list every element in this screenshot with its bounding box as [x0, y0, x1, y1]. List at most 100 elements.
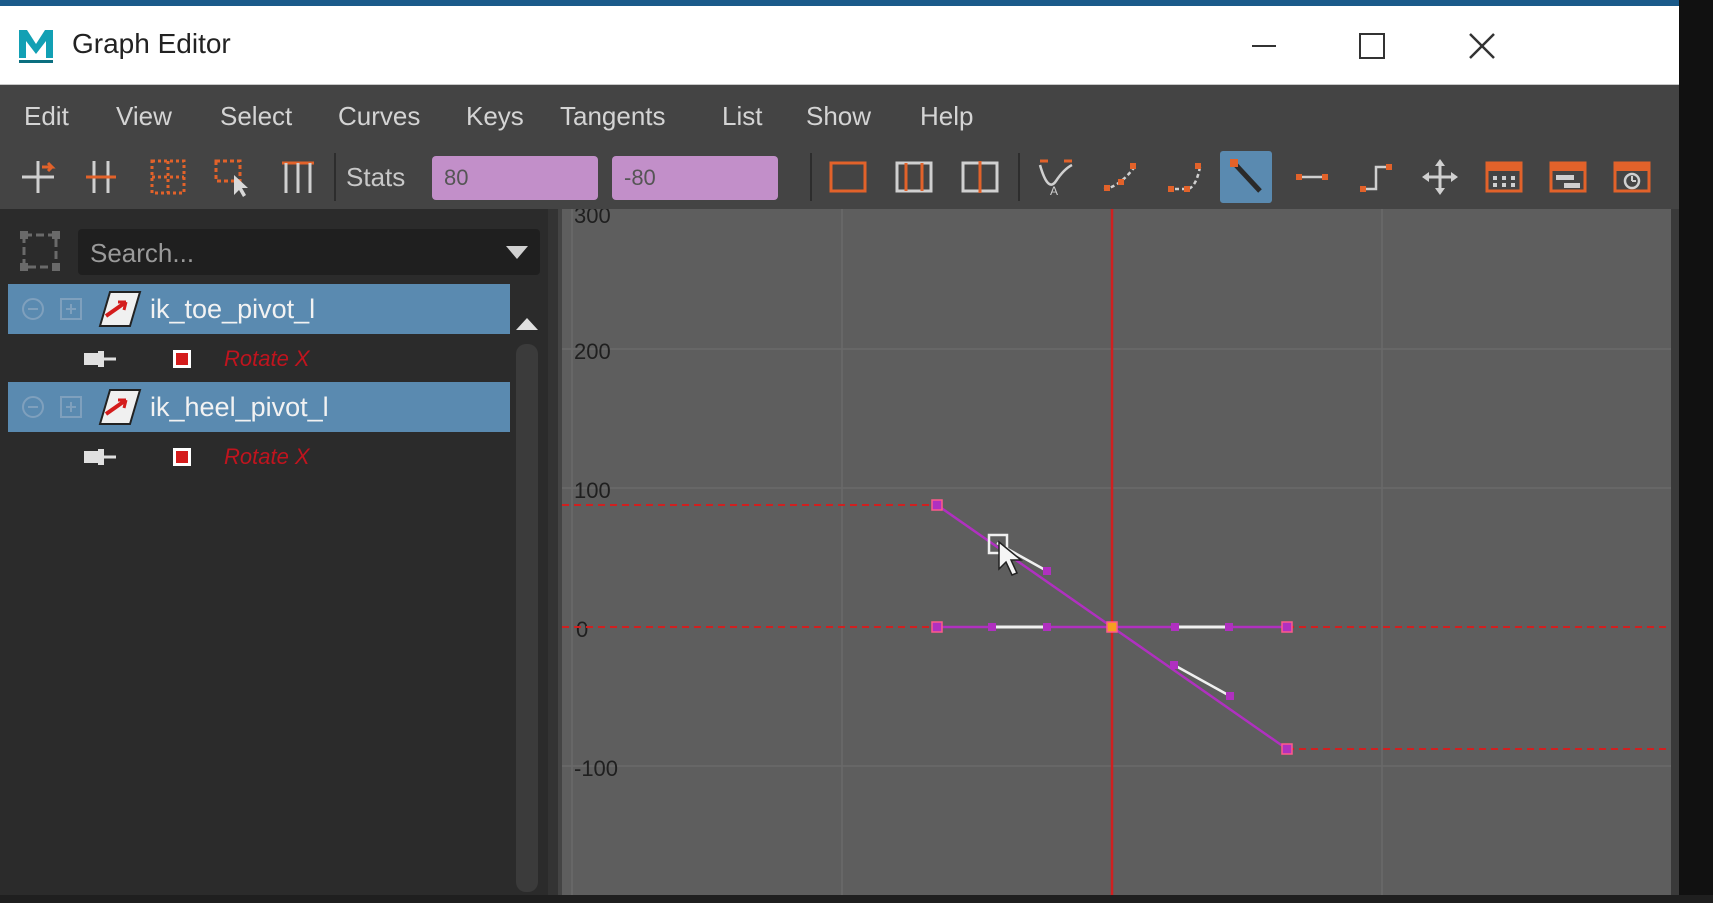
desktop-background-right — [1679, 0, 1713, 903]
region-select-button[interactable] — [206, 151, 258, 203]
maximize-icon — [1359, 33, 1385, 59]
tangent-handle-point[interactable] — [1170, 661, 1178, 669]
clamped-tangent-icon — [1168, 163, 1202, 192]
collapse-icon[interactable] — [20, 394, 46, 420]
stats-label: Stats — [346, 162, 406, 192]
outliner-filter-button[interactable] — [18, 229, 62, 273]
panel-splitter[interactable] — [548, 209, 558, 895]
flat-tangent-button[interactable] — [1286, 151, 1338, 203]
toolbar: Stats A — [0, 145, 1679, 209]
tangent-handle-point[interactable] — [1043, 567, 1051, 575]
maximize-button[interactable] — [1344, 18, 1400, 74]
frame-playback-range-button[interactable] — [888, 151, 940, 203]
y-axis-label-300: 300 — [574, 209, 611, 228]
trax-editor-button[interactable] — [1542, 151, 1594, 203]
move-arrows-icon — [1422, 159, 1458, 195]
auto-tangent-button[interactable]: A — [1030, 151, 1082, 203]
keyframe[interactable] — [1106, 621, 1118, 633]
scrollbar-thumb[interactable] — [516, 344, 538, 892]
menu-list[interactable]: List — [722, 101, 762, 132]
expand-icon[interactable] — [58, 394, 84, 420]
node-name-label: ik_heel_pivot_l — [150, 392, 329, 422]
outliner-attribute-row[interactable]: Rotate X — [8, 334, 510, 384]
retime-tool-button[interactable] — [272, 151, 324, 203]
pin-icon[interactable] — [82, 446, 118, 468]
stats-value-field[interactable] — [612, 156, 778, 200]
graph-view[interactable]: 300 200 100 0 -100 — [562, 203, 1671, 895]
menu-show[interactable]: Show — [806, 101, 871, 132]
node-name-label: ik_toe_pivot_l — [150, 294, 316, 324]
outliner-node-row[interactable]: ik_heel_pivot_l — [8, 382, 510, 432]
spline-tangent-button[interactable] — [1094, 151, 1146, 203]
center-time-icon — [961, 161, 999, 193]
mouse-cursor-icon — [998, 540, 1024, 576]
expand-icon[interactable] — [58, 296, 84, 322]
chevron-down-icon[interactable] — [504, 239, 530, 265]
keyframe[interactable] — [1281, 621, 1293, 633]
graph-canvas[interactable]: 300 200 100 0 -100 — [562, 203, 1671, 895]
time-editor-icon — [1613, 161, 1651, 193]
keyframe[interactable] — [931, 499, 943, 511]
outliner-search — [78, 229, 540, 275]
graph-right-border — [1671, 209, 1679, 895]
pin-icon[interactable] — [82, 348, 118, 370]
lattice-deform-button[interactable] — [142, 151, 194, 203]
tangent-handle-point[interactable] — [1043, 623, 1051, 631]
lattice-icon — [150, 159, 186, 195]
trax-editor-icon — [1549, 161, 1587, 193]
menu-keys[interactable]: Keys — [466, 101, 524, 132]
attribute-color-icon — [173, 350, 191, 368]
tangent-handle-point[interactable] — [988, 623, 996, 631]
menu-view[interactable]: View — [116, 101, 172, 132]
keyframe[interactable] — [931, 621, 943, 633]
tangent-handle-line[interactable] — [1173, 663, 1231, 698]
stats-time-field[interactable] — [432, 156, 598, 200]
menu-edit[interactable]: Edit — [24, 101, 69, 132]
y-axis-label-100: 100 — [574, 478, 611, 503]
minimize-button[interactable] — [1236, 18, 1292, 74]
menu-tangents[interactable]: Tangents — [560, 101, 666, 132]
region-select-icon — [214, 159, 248, 197]
collapse-icon[interactable] — [20, 296, 46, 322]
step-tangent-button[interactable] — [1350, 151, 1402, 203]
flat-tangent-icon — [1296, 174, 1328, 180]
minimize-icon — [1252, 45, 1276, 47]
dope-sheet-button[interactable] — [1478, 151, 1530, 203]
move-tool-button[interactable] — [1414, 151, 1466, 203]
y-axis-label-200: 200 — [574, 339, 611, 364]
title-bar[interactable]: Graph Editor — [0, 6, 1679, 85]
window-title: Graph Editor — [72, 28, 231, 59]
outliner-node-row[interactable]: ik_toe_pivot_l — [8, 284, 510, 334]
tangent-handle-point[interactable] — [1171, 623, 1179, 631]
linear-tangent-button[interactable] — [1220, 151, 1272, 203]
scroll-up-arrow-icon[interactable] — [512, 312, 542, 336]
outliner-attribute-row[interactable]: Rotate X — [8, 432, 510, 482]
search-input[interactable] — [88, 235, 492, 271]
menu-curves[interactable]: Curves — [338, 101, 420, 132]
desktop-background-bottom — [0, 895, 1713, 903]
close-button[interactable] — [1454, 18, 1510, 74]
keyframe[interactable] — [1281, 743, 1293, 755]
toolbar-separator — [810, 153, 812, 201]
graph-outliner: ik_toe_pivot_l Rotate X — [0, 209, 558, 895]
center-current-time-button[interactable] — [954, 151, 1006, 203]
auto-tangent-icon: A — [1038, 159, 1073, 197]
clamped-tangent-button[interactable] — [1158, 151, 1210, 203]
close-icon — [1469, 33, 1495, 59]
insert-key-button[interactable] — [76, 151, 128, 203]
menu-select[interactable]: Select — [220, 101, 292, 132]
menu-help[interactable]: Help — [920, 101, 973, 132]
move-nearest-key-button[interactable] — [12, 151, 64, 203]
tangent-handle-point[interactable] — [1226, 692, 1234, 700]
ik-handle-icon — [98, 389, 142, 425]
tangent-handle-point[interactable] — [1225, 623, 1233, 631]
move-key-icon — [22, 161, 56, 193]
dope-sheet-icon — [1485, 161, 1523, 193]
time-editor-button[interactable] — [1606, 151, 1658, 203]
tangent-edit-icon — [1230, 159, 1262, 193]
frame-range-icon — [895, 161, 933, 193]
y-axis-label-neg100: -100 — [574, 756, 618, 781]
frame-all-button[interactable] — [822, 151, 874, 203]
maya-logo-icon — [16, 24, 56, 64]
spline-tangent-icon — [1103, 163, 1138, 191]
